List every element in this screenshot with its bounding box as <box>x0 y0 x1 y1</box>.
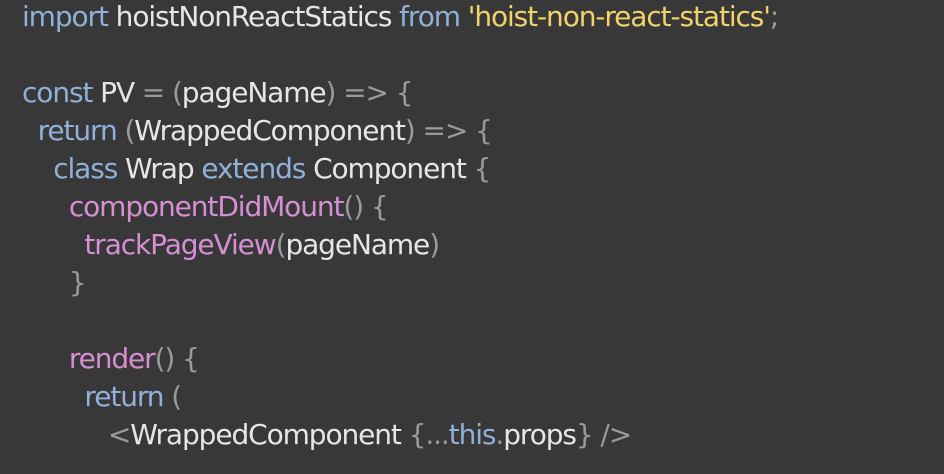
keyword-class: class <box>53 152 118 185</box>
paren-open: ( <box>124 114 135 147</box>
arrow-open: ) => { <box>404 114 493 147</box>
keyword-const: const <box>22 76 93 109</box>
code-line-3: const PV = (pageName) => { <box>22 74 414 112</box>
code-line-10: render() { <box>22 340 200 378</box>
paren-open: ( <box>171 76 183 109</box>
brace-close: } <box>68 266 87 299</box>
code-editor: import hoistNonReactStatics from 'hoist-… <box>0 0 944 474</box>
brace-open: { <box>465 152 492 185</box>
jsx-tag-close: } /> <box>575 418 632 451</box>
identifier-hoistNonReactStatics: hoistNonReactStatics <box>115 0 393 33</box>
keyword-return: return <box>84 380 164 413</box>
code-line-6: componentDidMount() { <box>22 188 389 226</box>
arrow-open: ) => { <box>325 76 414 109</box>
keyword-return: return <box>37 114 118 147</box>
param-WrappedComponent: WrappedComponent <box>134 114 406 147</box>
jsx-tag-name: WrappedComponent <box>130 418 402 451</box>
code-line-1: import hoistNonReactStatics from 'hoist-… <box>22 0 779 36</box>
code-line-4: return (WrappedComponent) => { <box>22 112 493 150</box>
semicolon: ; <box>769 0 779 33</box>
function-trackPageView: trackPageView <box>84 228 276 261</box>
jsx-brace-open: { <box>400 418 427 451</box>
keyword-import: import <box>22 0 109 33</box>
method-componentDidMount: componentDidMount <box>68 190 345 223</box>
paren-open: ( <box>163 380 182 413</box>
code-line-5: class Wrap extends Component { <box>22 150 492 188</box>
keyword-extends: extends <box>201 152 306 185</box>
class-name-Component: Component <box>313 152 467 185</box>
class-name-Wrap: Wrap <box>125 152 195 185</box>
param-pageName: pageName <box>181 76 327 109</box>
code-line-11: return ( <box>22 378 182 416</box>
keyword-this: this <box>448 418 497 451</box>
string-module-name: 'hoist-non-react-statics' <box>467 0 771 33</box>
code-line-8: } <box>22 264 87 302</box>
keyword-from: from <box>399 0 461 33</box>
paren-open: ( <box>275 228 287 261</box>
code-line-12: <WrappedComponent {...this.props} /> <box>22 416 632 454</box>
arg-pageName: pageName <box>285 228 430 261</box>
jsx-tag-open: < <box>107 418 131 451</box>
method-render: render <box>68 342 156 375</box>
equals: = <box>134 76 172 109</box>
paren-close: ) <box>429 228 440 261</box>
identifier-PV: PV <box>100 76 135 109</box>
property-props: props <box>503 418 577 451</box>
spread-operator: ... <box>425 418 450 451</box>
code-line-7: trackPageView(pageName) <box>22 226 440 264</box>
method-signature-open: () { <box>154 342 200 375</box>
method-signature-open: () { <box>343 190 388 223</box>
